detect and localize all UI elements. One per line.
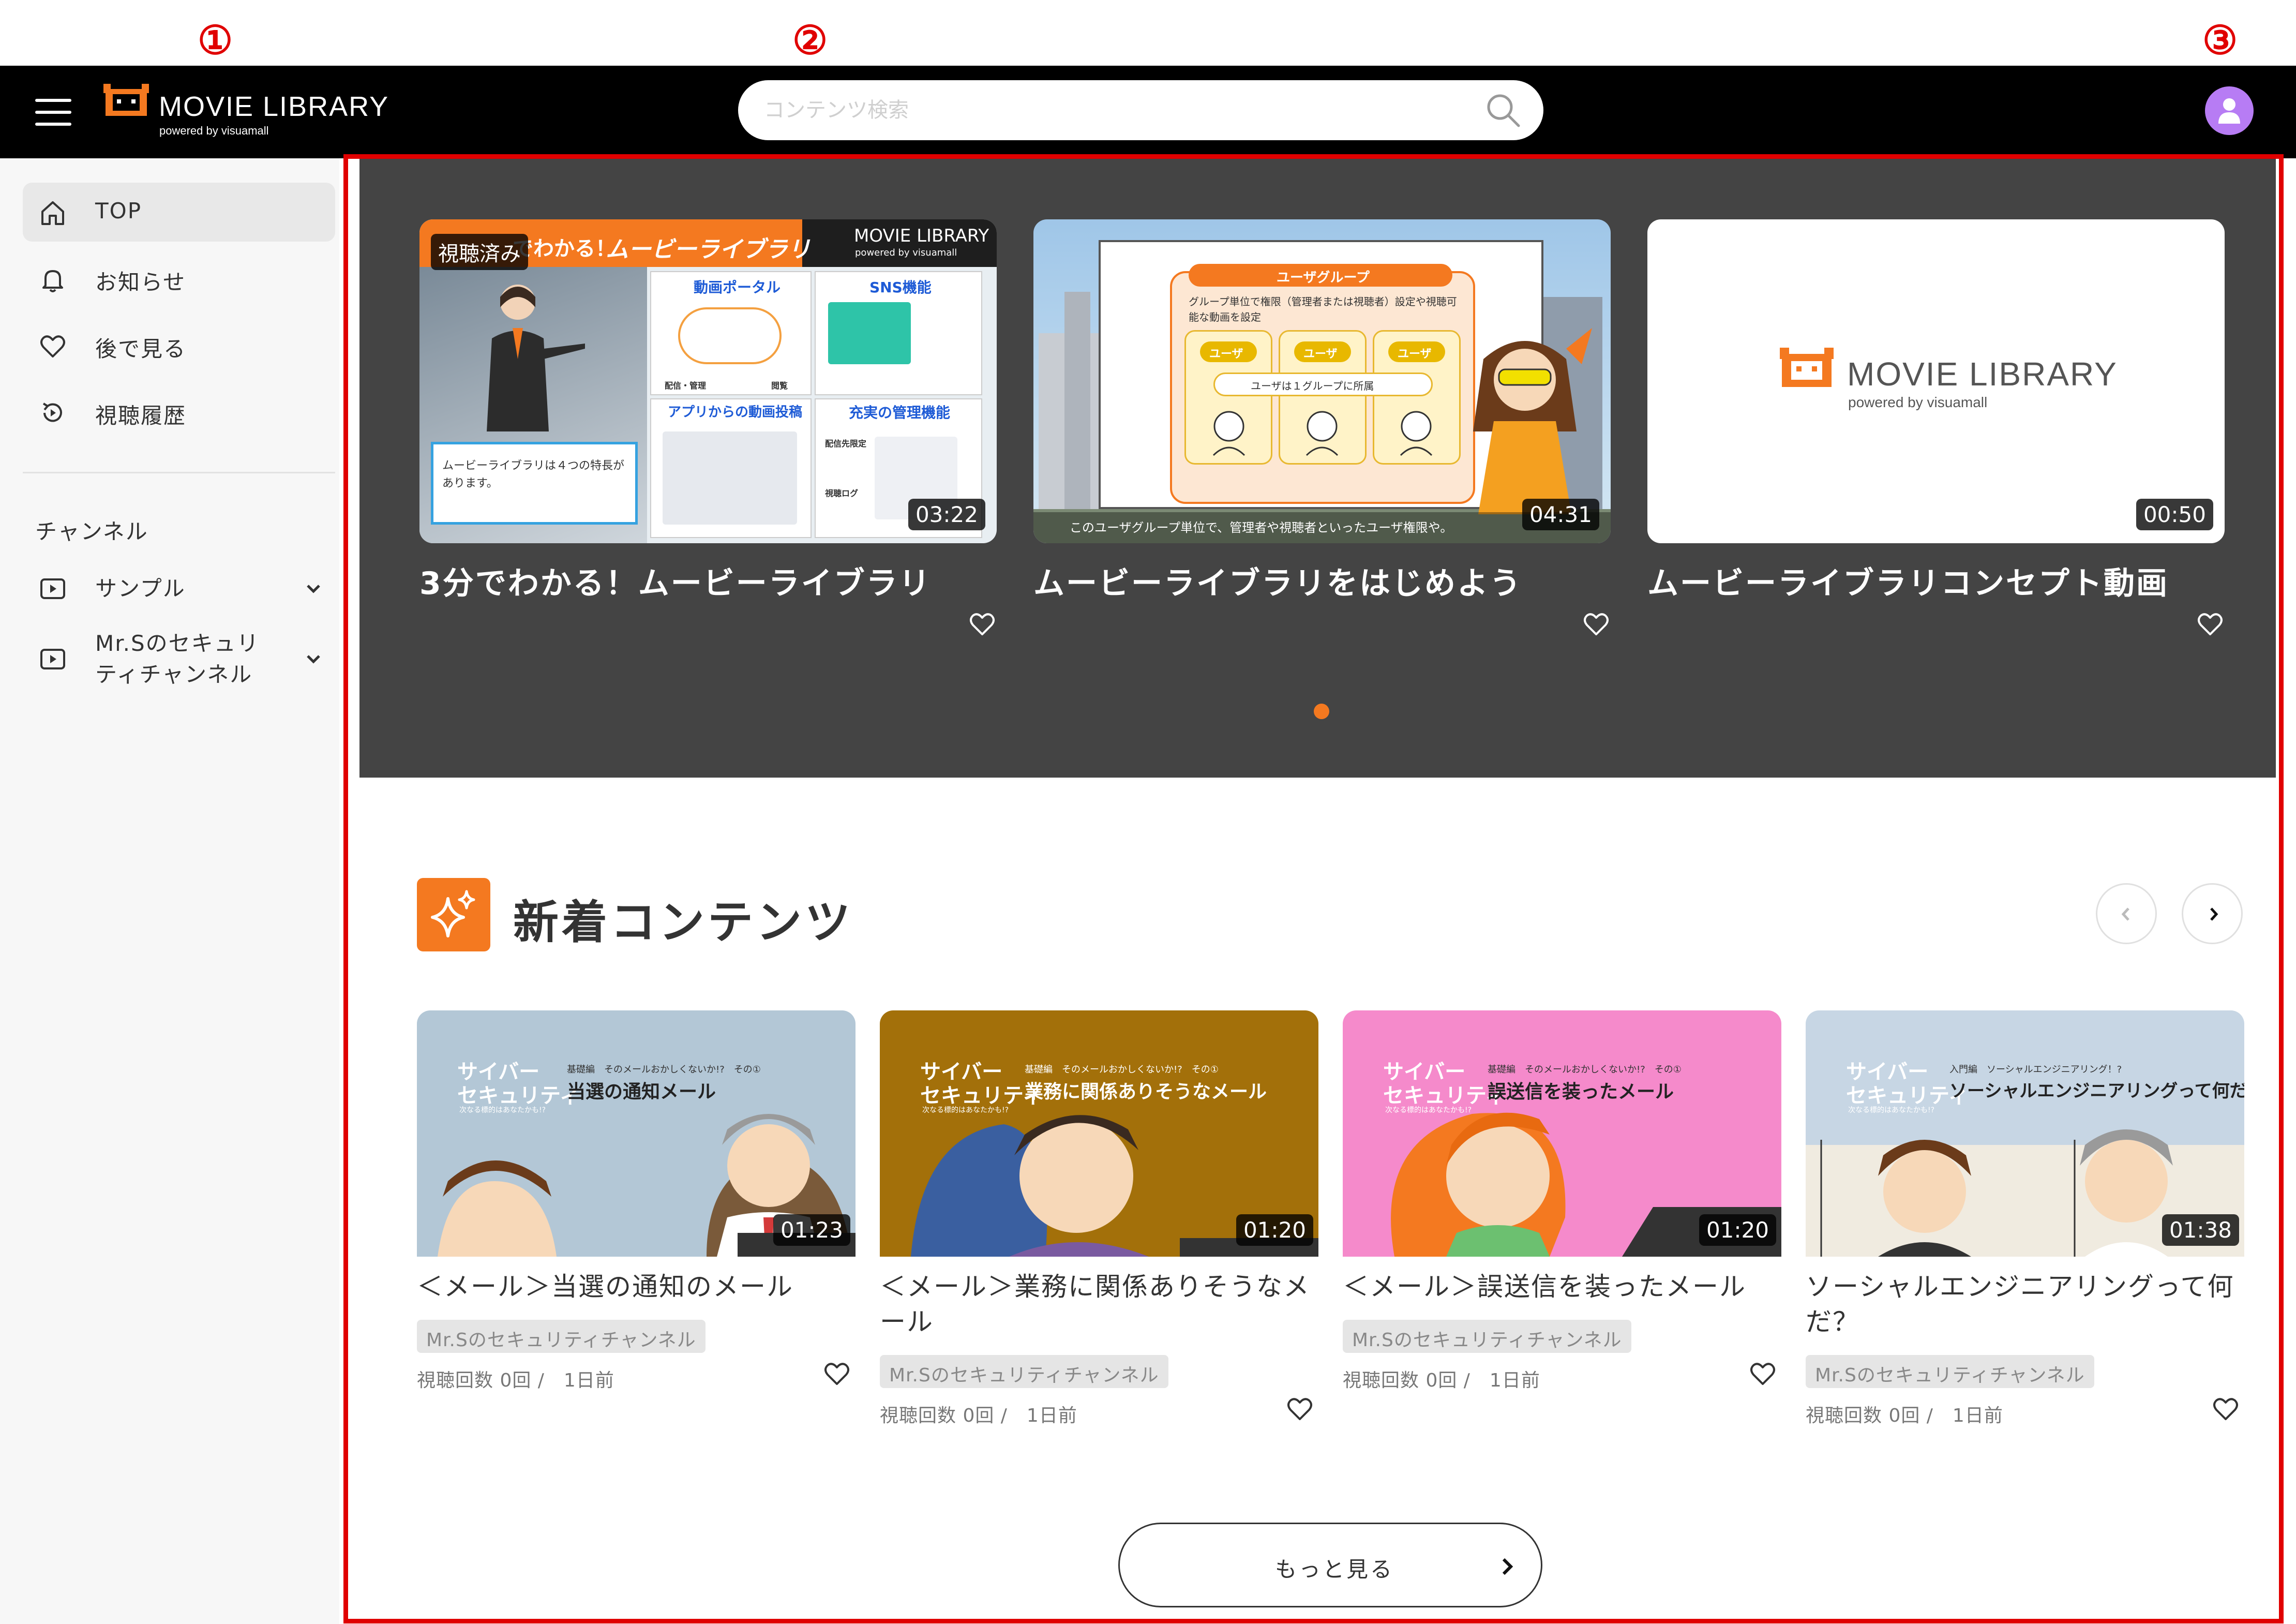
chevron-down-icon[interactable] [305, 652, 322, 666]
sidebar-item-watch-later[interactable]: 後で見る [23, 316, 335, 375]
callout-2: ② [792, 17, 828, 63]
history-icon [42, 403, 62, 422]
logo-subtitle: powered by visuamall [159, 124, 269, 137]
sidebar-item-label: 視聴履歴 [95, 403, 187, 428]
chevron-down-icon[interactable] [305, 582, 322, 596]
callout-1: ① [198, 17, 233, 63]
sidebar-item-history[interactable]: 視聴履歴 [23, 383, 335, 442]
user-icon [2218, 98, 2240, 124]
sidebar-divider [23, 472, 335, 473]
sidebar [0, 158, 339, 1624]
sidebar-item-top[interactable]: TOP [23, 183, 335, 242]
home-icon [41, 201, 64, 225]
channel-label: Mr.Sのセキュリティチャンネル [95, 631, 260, 687]
bell-icon [42, 270, 63, 292]
video-icon [40, 578, 65, 599]
sidebar-item-label: 後で見る [95, 336, 187, 362]
logo-title[interactable]: MOVIE LIBRARY [159, 91, 389, 123]
search-icon[interactable] [1484, 92, 1522, 129]
sidebar-channel-mr-s-security[interactable]: Mr.Sのセキュリティチャンネル [23, 627, 335, 694]
search-input[interactable] [764, 96, 1452, 125]
sidebar-channel-sample[interactable]: サンプル [23, 569, 335, 610]
search-bar [738, 80, 1543, 140]
sidebar-item-label: TOP [95, 198, 142, 224]
video-icon [40, 649, 65, 669]
content-area-highlight [343, 154, 2284, 1623]
user-avatar[interactable] [2205, 86, 2254, 135]
hamburger-menu-icon[interactable] [30, 86, 77, 138]
channel-heading: チャンネル [35, 519, 148, 544]
heart-icon [40, 335, 65, 357]
sidebar-item-notices[interactable]: お知らせ [23, 249, 335, 308]
cat-logo-icon[interactable] [103, 84, 153, 118]
channel-label: サンプル [95, 576, 186, 601]
callout-3: ③ [2202, 17, 2238, 63]
sidebar-item-label: お知らせ [95, 270, 186, 295]
